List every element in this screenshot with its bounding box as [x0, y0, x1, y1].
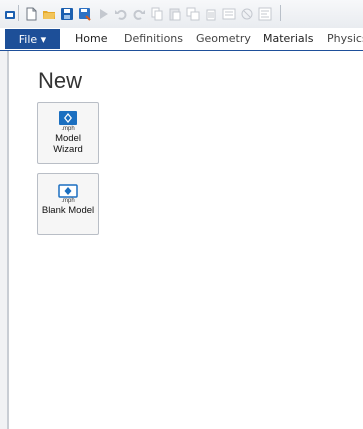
app-menu-icon[interactable] [4, 6, 18, 20]
new-file-icon[interactable] [24, 6, 38, 21]
save-as-icon[interactable] [78, 6, 92, 21]
ribbon-tab-bar: File ▾ Home Definitions Geometry Materia… [0, 28, 363, 51]
undo-icon[interactable] [114, 6, 128, 20]
tab-geometry[interactable]: Geometry [196, 32, 251, 45]
tab-definitions[interactable]: Definitions [124, 32, 183, 45]
compare-icon[interactable] [258, 6, 272, 21]
blank-model-button[interactable]: .mph Blank Model [37, 173, 99, 235]
file-extension-label: .mph [61, 198, 75, 204]
model-wizard-button[interactable]: .mph Model Wizard [37, 102, 99, 164]
save-icon[interactable] [60, 6, 74, 20]
tab-physics[interactable]: Physics [327, 32, 363, 45]
duplicate-icon[interactable] [186, 6, 200, 21]
tile-label-line1: Model [55, 133, 81, 144]
toolbar-separator [280, 5, 281, 21]
model-wizard-icon [57, 110, 79, 126]
tile-label-line2: Wizard [53, 144, 83, 155]
file-menu-button[interactable]: File ▾ [5, 29, 60, 49]
delete-icon[interactable] [204, 6, 218, 21]
open-folder-icon[interactable] [42, 6, 56, 20]
page-title: New [38, 68, 83, 93]
quick-access-toolbar [0, 0, 363, 29]
play-icon[interactable] [96, 6, 110, 20]
clear-icon[interactable] [240, 6, 254, 20]
side-panel-edge [0, 51, 8, 429]
copy-icon[interactable] [150, 6, 164, 21]
paste-icon[interactable] [168, 6, 182, 21]
select-icon[interactable] [222, 6, 236, 20]
file-extension-label: .mph [61, 126, 75, 132]
redo-icon[interactable] [132, 6, 146, 20]
tab-materials[interactable]: Materials [263, 32, 313, 45]
blank-model-icon [57, 184, 79, 198]
tab-home[interactable]: Home [75, 32, 107, 45]
toolbar-separator [18, 5, 19, 21]
tile-label: Blank Model [41, 205, 95, 216]
